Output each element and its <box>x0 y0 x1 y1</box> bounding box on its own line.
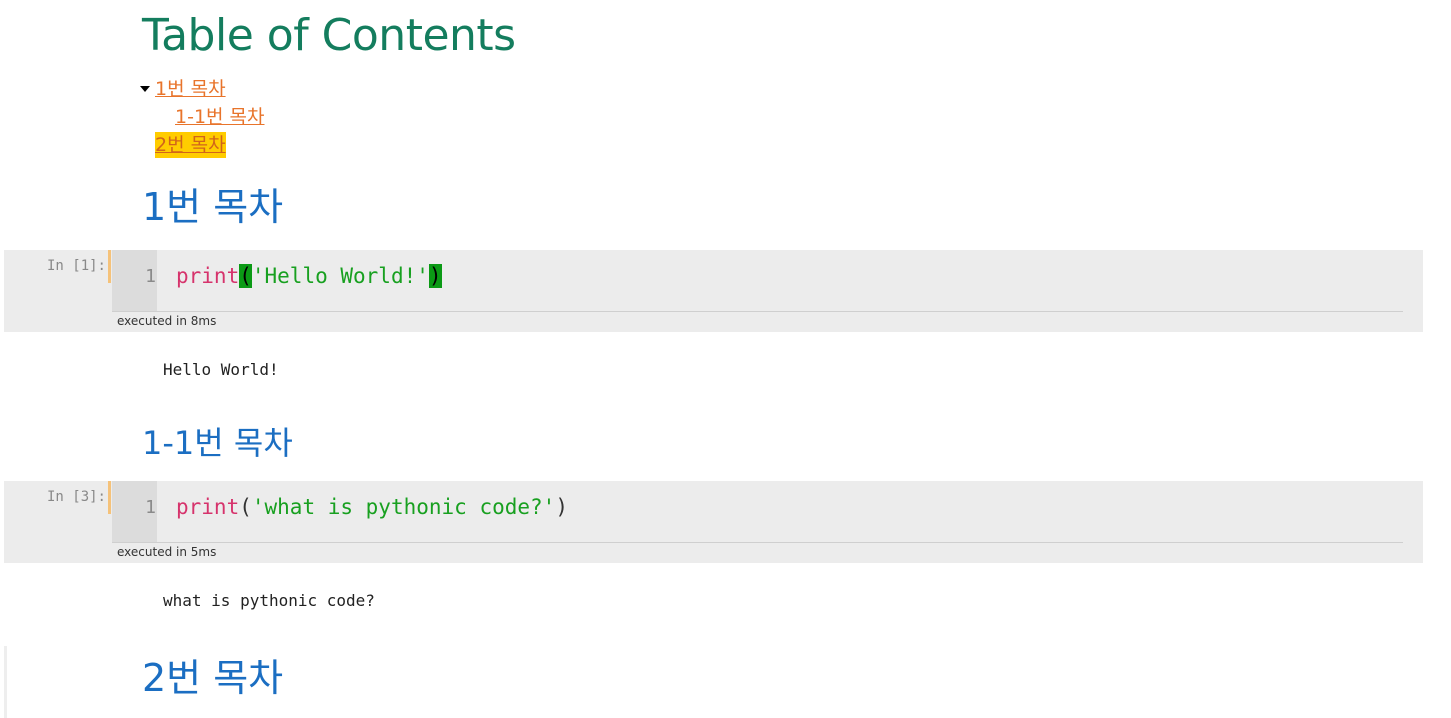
code-paren-close: ) <box>555 495 568 519</box>
code-cell-1[interactable]: In [1]: 1 print('Hello World!') executed… <box>4 250 1423 332</box>
toc-item-1[interactable]: 1번 목차 <box>155 76 226 102</box>
section-heading-1-1: 1-1번 목차 <box>142 424 293 462</box>
toc-item-2[interactable]: 2번 목차 <box>155 132 226 158</box>
exec-divider <box>112 542 1403 543</box>
code-keyword: print <box>176 495 240 519</box>
code-cell-2[interactable]: In [3]: 1 print('what is pythonic code?'… <box>4 481 1423 563</box>
toc-item-1-1[interactable]: 1-1번 목차 <box>175 104 265 130</box>
execution-time: executed in 5ms <box>117 545 217 559</box>
code-editor[interactable]: print('what is pythonic code?') <box>176 495 568 519</box>
cell-output-1: Hello World! <box>163 360 279 379</box>
code-paren-open: ( <box>239 264 252 288</box>
execution-time: executed in 8ms <box>117 314 217 328</box>
code-string: 'what is pythonic code?' <box>251 495 556 519</box>
section-heading-1: 1번 목차 <box>142 185 284 229</box>
cell-prompt-bar <box>108 481 111 514</box>
toc-title: Table of Contents <box>142 10 516 61</box>
code-string: 'Hello World!' <box>251 264 429 288</box>
exec-divider <box>112 311 1403 312</box>
cell-prompt: In [1]: <box>46 258 106 274</box>
code-paren-close: ) <box>428 264 442 288</box>
cell-prompt-bar <box>108 250 111 283</box>
section-heading-2: 2번 목차 <box>142 656 284 700</box>
cell-left-border <box>4 646 7 718</box>
code-editor[interactable]: print('Hello World!') <box>176 264 442 288</box>
cell-output-2: what is pythonic code? <box>163 591 375 610</box>
code-keyword: print <box>176 264 240 288</box>
caret-down-icon[interactable] <box>140 86 150 92</box>
line-number: 1 <box>145 497 156 518</box>
cell-prompt: In [3]: <box>46 489 106 505</box>
line-number: 1 <box>145 266 156 287</box>
code-paren-open: ( <box>239 495 252 519</box>
